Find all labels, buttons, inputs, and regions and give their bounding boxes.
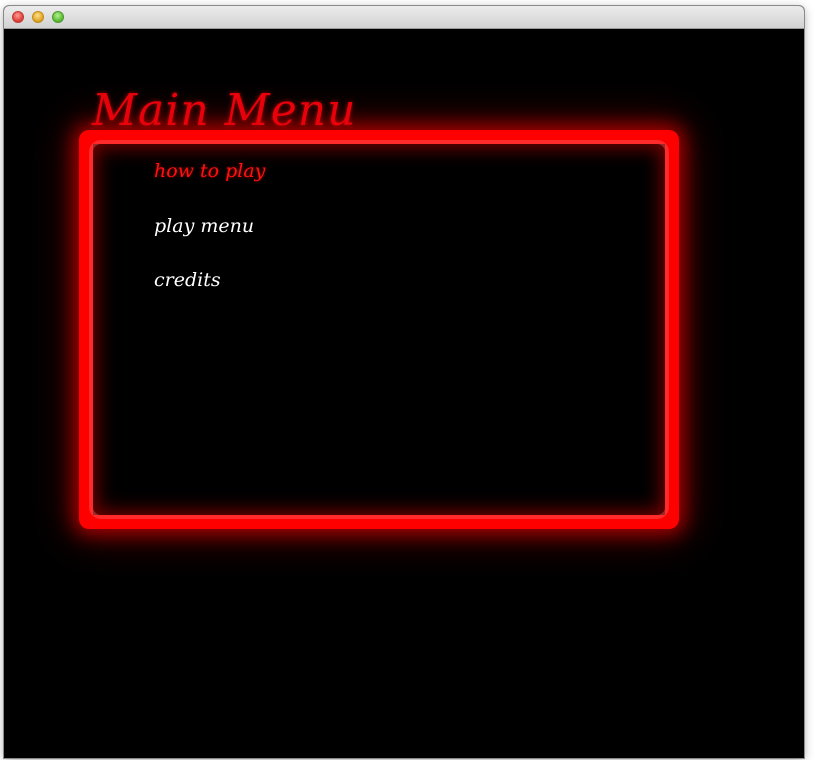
minimize-button[interactable]: [32, 11, 44, 23]
zoom-button[interactable]: [52, 11, 64, 23]
menu-title: Main Menu: [92, 85, 357, 136]
menu-item-credits[interactable]: credits: [154, 269, 221, 291]
close-button[interactable]: [12, 11, 24, 23]
title-bar[interactable]: [4, 6, 804, 29]
app-window: Main Menu how to play play menu credits: [4, 6, 804, 758]
menu-item-play-menu[interactable]: play menu: [154, 215, 254, 237]
menu-item-how-to-play[interactable]: how to play: [154, 160, 265, 182]
neon-menu-frame: [79, 130, 679, 529]
game-canvas: Main Menu how to play play menu credits: [4, 29, 804, 758]
